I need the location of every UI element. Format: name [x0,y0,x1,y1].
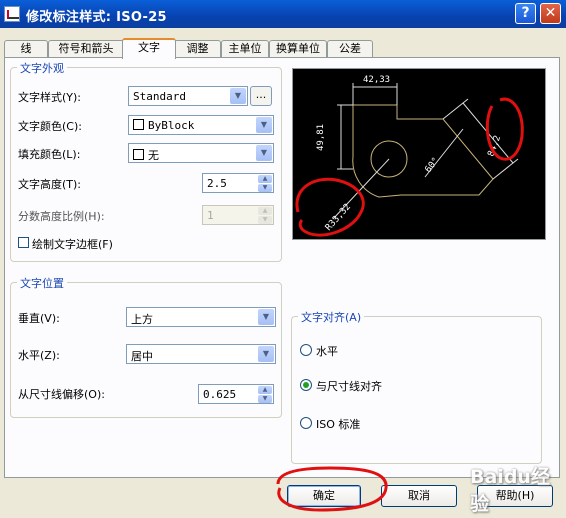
offset-stepper[interactable]: 0.625 ▲ ▼ [198,384,274,404]
spin-down-icon[interactable]: ▼ [258,184,272,192]
align-iso-radio[interactable] [300,417,312,429]
vertical-label: 垂直(V): [18,312,60,325]
chevron-down-icon: ▼ [256,145,272,161]
chevron-down-icon: ▼ [230,88,246,104]
text-appearance-title: 文字外观 [17,60,67,76]
vertical-dropdown[interactable]: 上方 ▼ [126,307,276,327]
fill-color-label: 填充颜色(L): [18,148,81,161]
tab-tolerances[interactable]: 公差 [327,40,373,57]
horizontal-label: 水平(Z): [18,349,60,362]
tab-text[interactable]: 文字 [122,38,176,59]
text-alignment-title: 文字对齐(A) [298,309,365,325]
color-swatch-icon [133,149,144,160]
offset-label: 从尺寸线偏移(O): [18,388,105,401]
cancel-button[interactable]: 取消 [381,485,457,507]
horizontal-dropdown[interactable]: 居中 ▼ [126,344,276,364]
window-title: 修改标注样式: ISO-25 [26,10,167,25]
color-swatch-icon [133,119,144,130]
text-color-label: 文字颜色(C): [18,120,82,133]
preview-dim-top: 42,33 [363,75,390,85]
draw-frame-label: 绘制文字边框(F) [32,238,113,251]
chevron-down-icon: ▼ [258,346,274,362]
text-height-value: 2.5 [207,177,227,190]
horizontal-value: 居中 [131,350,153,363]
preview-dim-left: 49,81 [316,124,326,151]
ok-button[interactable]: 确定 [287,485,361,507]
dimension-preview: 42,33 49,81 84,2 R33,32 60° [292,68,546,240]
preview-dim-right: 84,2 [486,134,503,158]
preview-part-outline [352,104,494,198]
preview-dim-radius: R33,32 [324,202,353,233]
text-style-value: Standard [133,90,186,103]
text-placement-title: 文字位置 [17,275,67,291]
align-dimension-line-radio[interactable] [300,379,312,391]
draw-frame-checkbox[interactable] [18,237,29,248]
spin-down-icon[interactable]: ▼ [258,395,272,403]
help-title-button[interactable]: ? [515,3,536,24]
dimension-app-icon [4,6,20,22]
watermark: Baidu经验 [470,466,550,515]
spin-up-icon[interactable]: ▲ [258,175,272,183]
tab-symbols-arrows[interactable]: 符号和箭头 [48,40,124,57]
tab-alternate-units[interactable]: 换算单位 [269,40,327,57]
text-color-dropdown[interactable]: ByBlock ▼ [128,115,274,135]
preview-dim-angle: 60° [423,156,441,175]
align-horizontal-label: 水平 [316,345,338,358]
align-iso-label: ISO 标准 [316,418,361,431]
tab-fit[interactable]: 调整 [174,40,221,57]
fill-color-dropdown[interactable]: 无 ▼ [128,143,274,163]
close-button[interactable]: ✕ [540,3,561,24]
fill-color-value: 无 [148,149,159,162]
fraction-height-label: 分数高度比例(H): [18,210,105,223]
text-height-stepper[interactable]: 2.5 ▲ ▼ [202,173,274,193]
text-style-label: 文字样式(Y): [18,91,82,104]
spin-up-icon: ▲ [258,207,272,215]
spin-down-icon: ▼ [258,216,272,224]
spin-up-icon[interactable]: ▲ [258,386,272,394]
align-horizontal-radio[interactable] [300,344,312,356]
offset-value: 0.625 [203,388,237,401]
preview-drawing: 42,33 49,81 84,2 R33,32 60° [316,75,519,233]
chevron-down-icon: ▼ [258,309,274,325]
tab-primary-units[interactable]: 主单位 [221,40,269,57]
chevron-down-icon: ▼ [256,117,272,133]
fraction-height-stepper: 1 ▲ ▼ [202,205,274,225]
text-style-dropdown[interactable]: Standard ▼ [128,86,248,106]
tab-lines[interactable]: 线 [4,40,48,57]
text-height-label: 文字高度(T): [18,178,82,191]
align-dimension-line-label: 与尺寸线对齐 [316,380,382,393]
vertical-value: 上方 [131,313,153,326]
text-style-browse-button[interactable]: ... [250,86,272,106]
fraction-height-value: 1 [207,209,214,222]
text-color-value: ByBlock [148,119,195,132]
title-bar: 修改标注样式: ISO-25 ? ✕ [0,0,566,28]
